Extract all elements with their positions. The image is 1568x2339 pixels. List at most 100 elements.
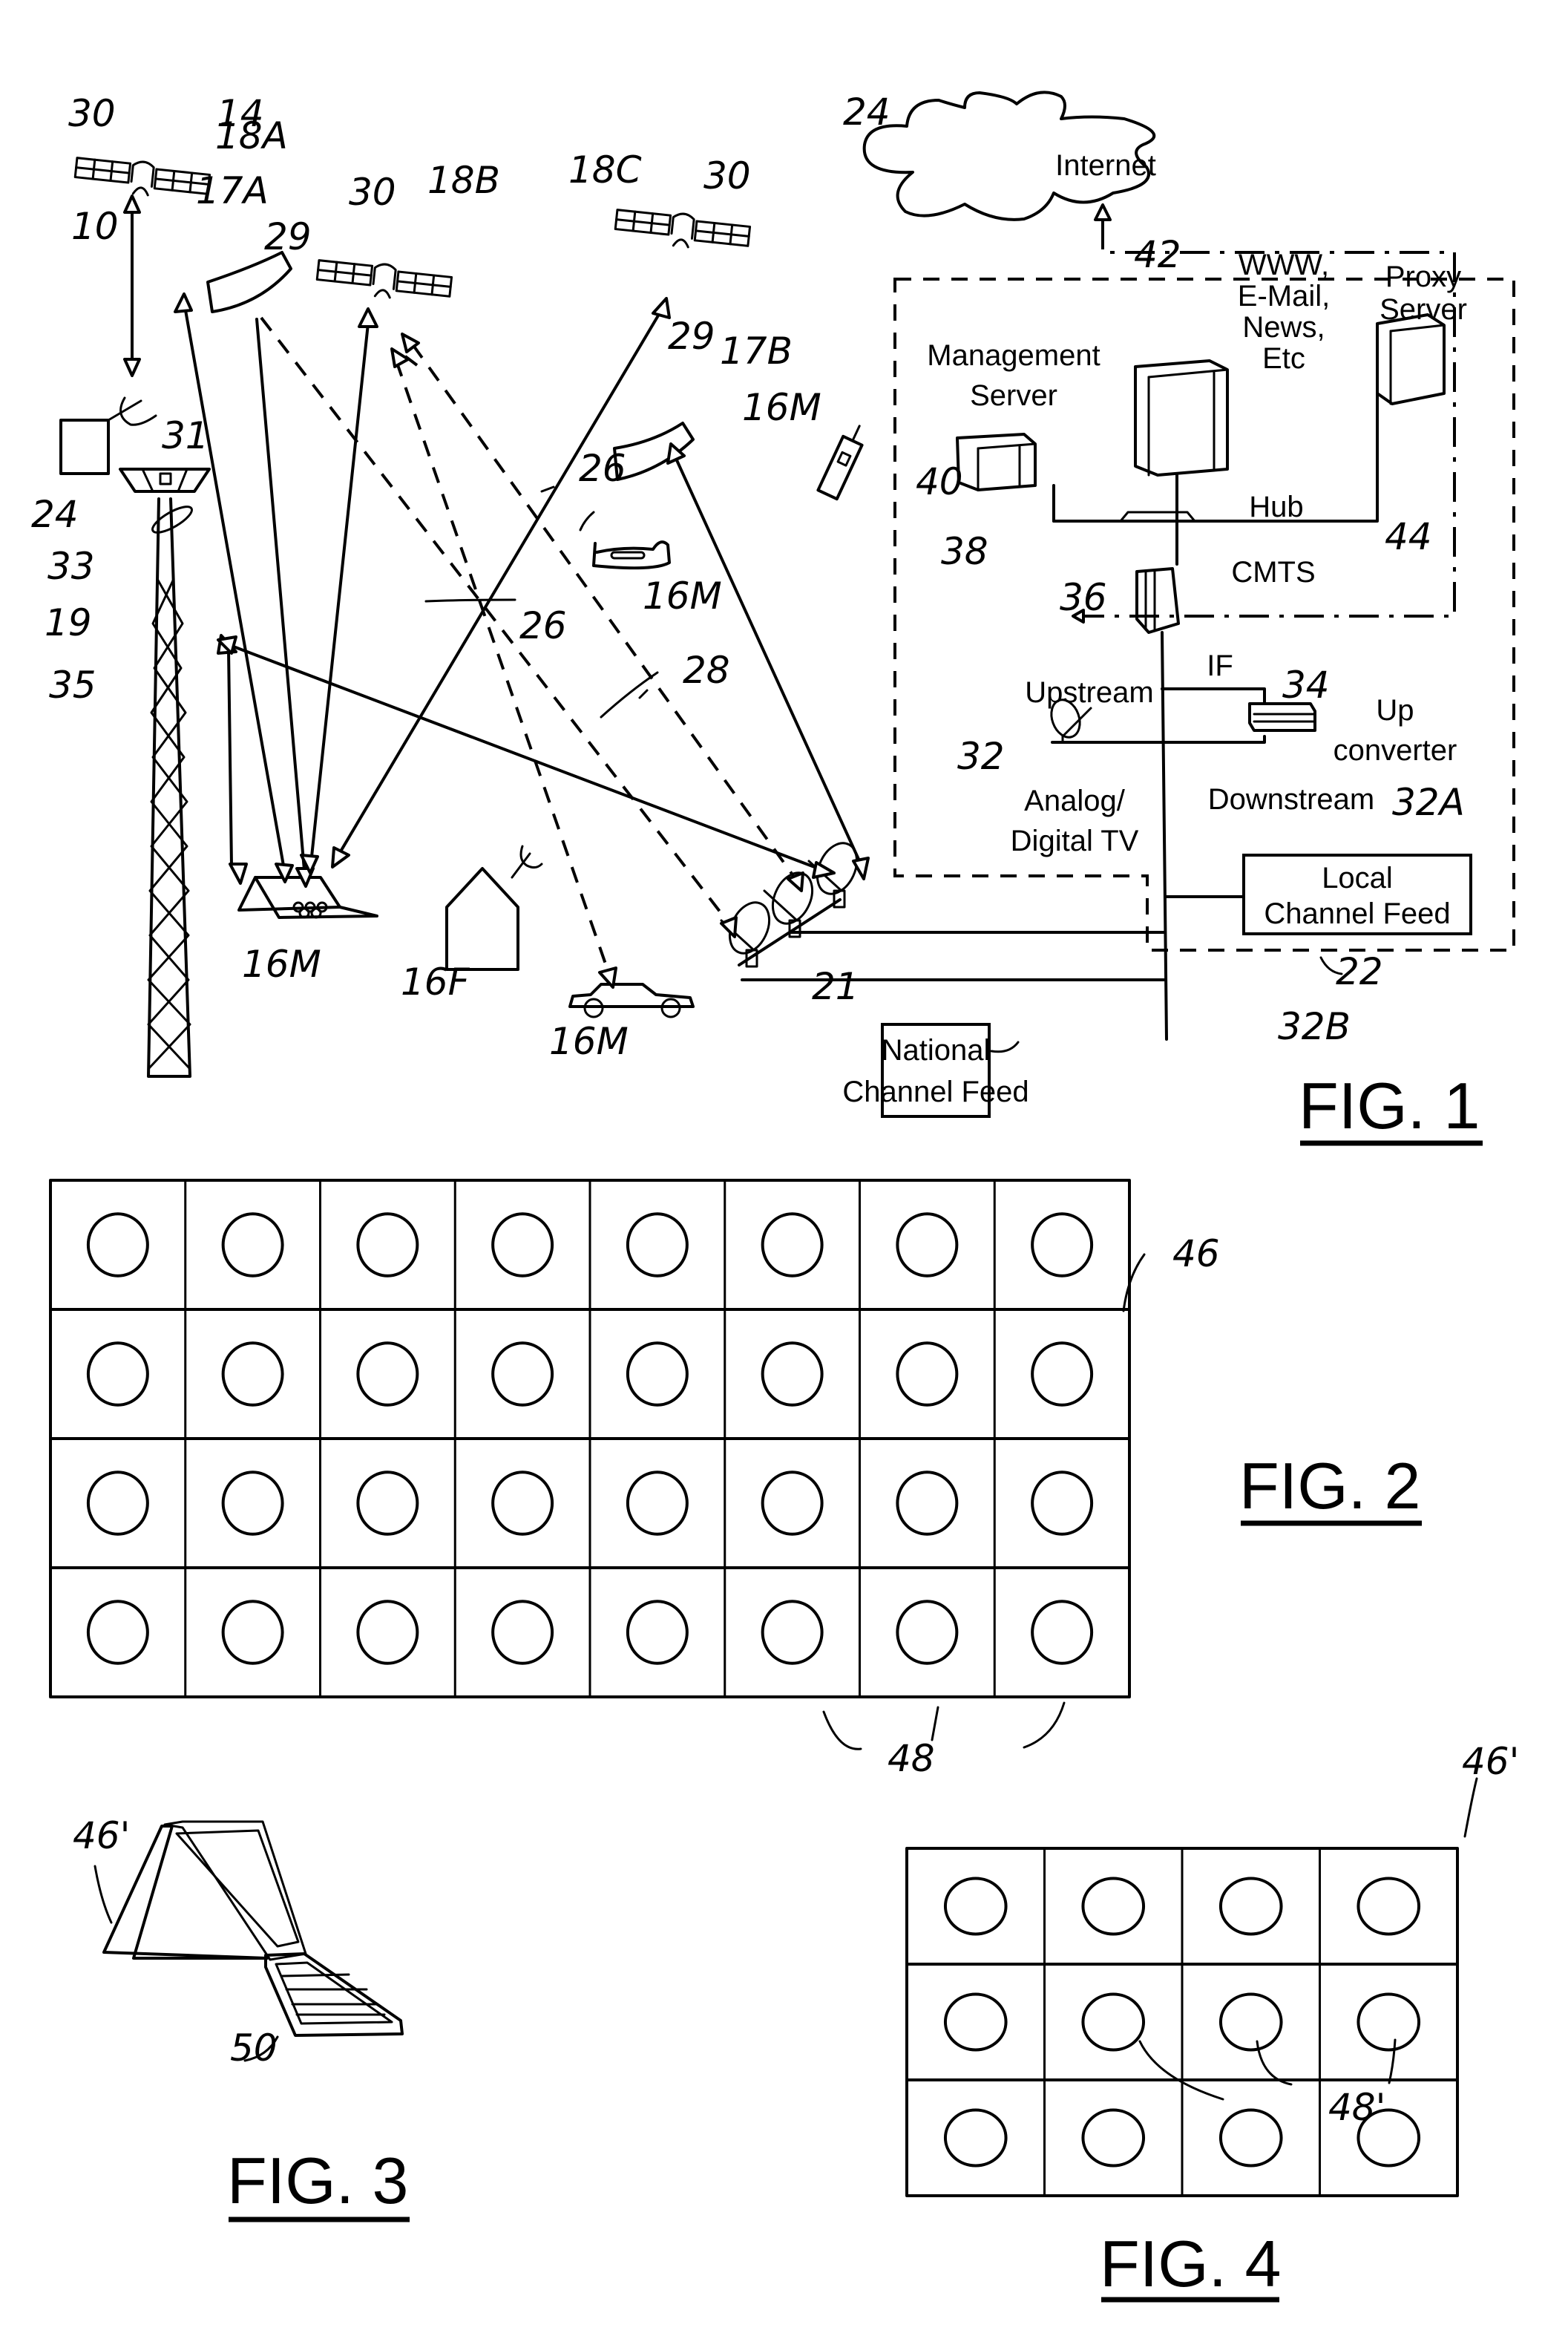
fig1-caption: FIG. 1 [1299,1069,1480,1142]
antenna-element [1357,1877,1421,1936]
internet-label: Internet [1055,149,1156,182]
antenna-element [1218,2108,1283,2168]
upstream-label: Upstream [1025,676,1153,709]
ref-50: 50 [230,2026,278,2070]
antenna-element [1031,1212,1094,1278]
ref-30-18c: 30 [703,154,751,197]
up-converter-label-2: converter [1334,734,1457,767]
antenna-element [943,1877,1008,1936]
ref-19: 19 [45,601,92,644]
ref-24: 24 [843,91,890,134]
up-converter-34 [1248,702,1316,732]
antenna-element [221,1471,284,1536]
antenna-element [86,1341,149,1407]
antenna-element [1218,1992,1283,2052]
fig4-caption: FIG. 4 [1100,2227,1282,2300]
www-label-1: WWW, [1239,249,1329,281]
airplane-16m [592,540,671,570]
satellite-18a [73,154,211,203]
cmts-label: CMTS [1231,556,1315,589]
national-feed-label-2: Channel Feed [842,1076,1029,1108]
ref-10: 10 [71,205,119,248]
antenna-element [356,1471,419,1536]
panel-46prime [905,1847,1459,2197]
ref-36: 36 [1060,576,1107,619]
antenna-element [491,1600,554,1665]
proxy-label-1: Proxy [1385,261,1461,293]
terminal-box-24 [59,419,110,475]
ref-38: 38 [941,530,988,573]
antenna-element [626,1471,689,1536]
antenna-element [896,1212,959,1278]
ref-16m-car: 16M [549,1020,629,1063]
local-feed-label-1: Local [1322,862,1393,894]
antenna-element [221,1600,284,1665]
ref-18a: 18A [215,114,288,157]
ref-18c: 18C [568,148,642,192]
ref-16m-plane: 16M [643,575,722,618]
if-label: IF [1207,650,1233,682]
ref-29-a: 29 [264,215,312,258]
ref-44: 44 [1385,515,1432,558]
hub-38 [1052,352,1379,523]
antenna-element [221,1341,284,1407]
ref-29-b: 29 [668,315,715,358]
management-label-2: Server [970,379,1057,412]
antenna-element [943,2108,1008,2168]
antenna-element [356,1212,419,1278]
proxy-server-44 [1376,313,1446,405]
www-label-4: Etc [1262,342,1305,375]
ref-16m-phone: 16M [742,386,821,429]
ref-32a: 32A [1392,781,1465,824]
ref-24-left: 24 [31,493,79,536]
proxy-label-2: Server [1380,293,1467,326]
ref-21: 21 [812,965,859,1008]
house-16f [445,845,543,971]
fig3: 46' 50 FIG. 3 [73,1814,410,2222]
ref-32b: 32B [1278,1005,1351,1048]
ref-40: 40 [916,460,963,503]
ref-16m-laptop: 16M [242,943,321,986]
ref-17a: 17A [196,169,269,212]
antenna-element [221,1212,284,1278]
ref-35: 35 [49,664,96,707]
antenna-element [1081,2108,1146,2168]
patent-drawing-sheet: Internet Management Server WWW, E-Mail, … [31,91,1519,2303]
antenna-element [86,1212,149,1278]
local-feed-label-2: Channel Feed [1264,897,1450,930]
fig1: Internet Management Server WWW, E-Mail, … [31,91,1515,1146]
antenna-element [1357,1992,1421,2052]
antenna-element [491,1471,554,1536]
ref-30-18a: 30 [68,92,116,135]
antenna-element [356,1600,419,1665]
cell-tower [119,468,211,1078]
ref-26-a: 26 [579,447,626,490]
up-converter-label-1: Up [1376,694,1414,727]
antenna-element [761,1600,824,1665]
satellite-18b [315,256,453,305]
antenna-element [1218,1877,1283,1936]
ref-46: 46 [1172,1232,1220,1275]
fig2-caption: FIG. 2 [1239,1449,1421,1522]
fig2: 46 48 FIG. 2 [49,1179,1422,1780]
ref-28: 28 [683,649,730,692]
antenna-element [491,1341,554,1407]
antenna-element [1081,1877,1146,1936]
ref-42: 42 [1134,233,1181,276]
antenna-element [943,1992,1008,2052]
www-label-3: News, [1242,311,1325,344]
antenna-element [761,1212,824,1278]
analog-tv-label-1: Analog/ [1024,785,1126,817]
phone-16m [816,425,864,501]
ref-17b: 17B [720,330,793,373]
antenna-element [626,1212,689,1278]
antenna-element [626,1341,689,1407]
antenna-element [761,1341,824,1407]
antenna-element [1031,1600,1094,1665]
antenna-element [86,1471,149,1536]
antenna-element [761,1471,824,1536]
ref-26-b: 26 [519,604,567,647]
ref-18b: 18B [427,159,500,202]
ref-46prime-fig4: 46' [1462,1740,1519,1783]
car-16m [568,983,695,1018]
